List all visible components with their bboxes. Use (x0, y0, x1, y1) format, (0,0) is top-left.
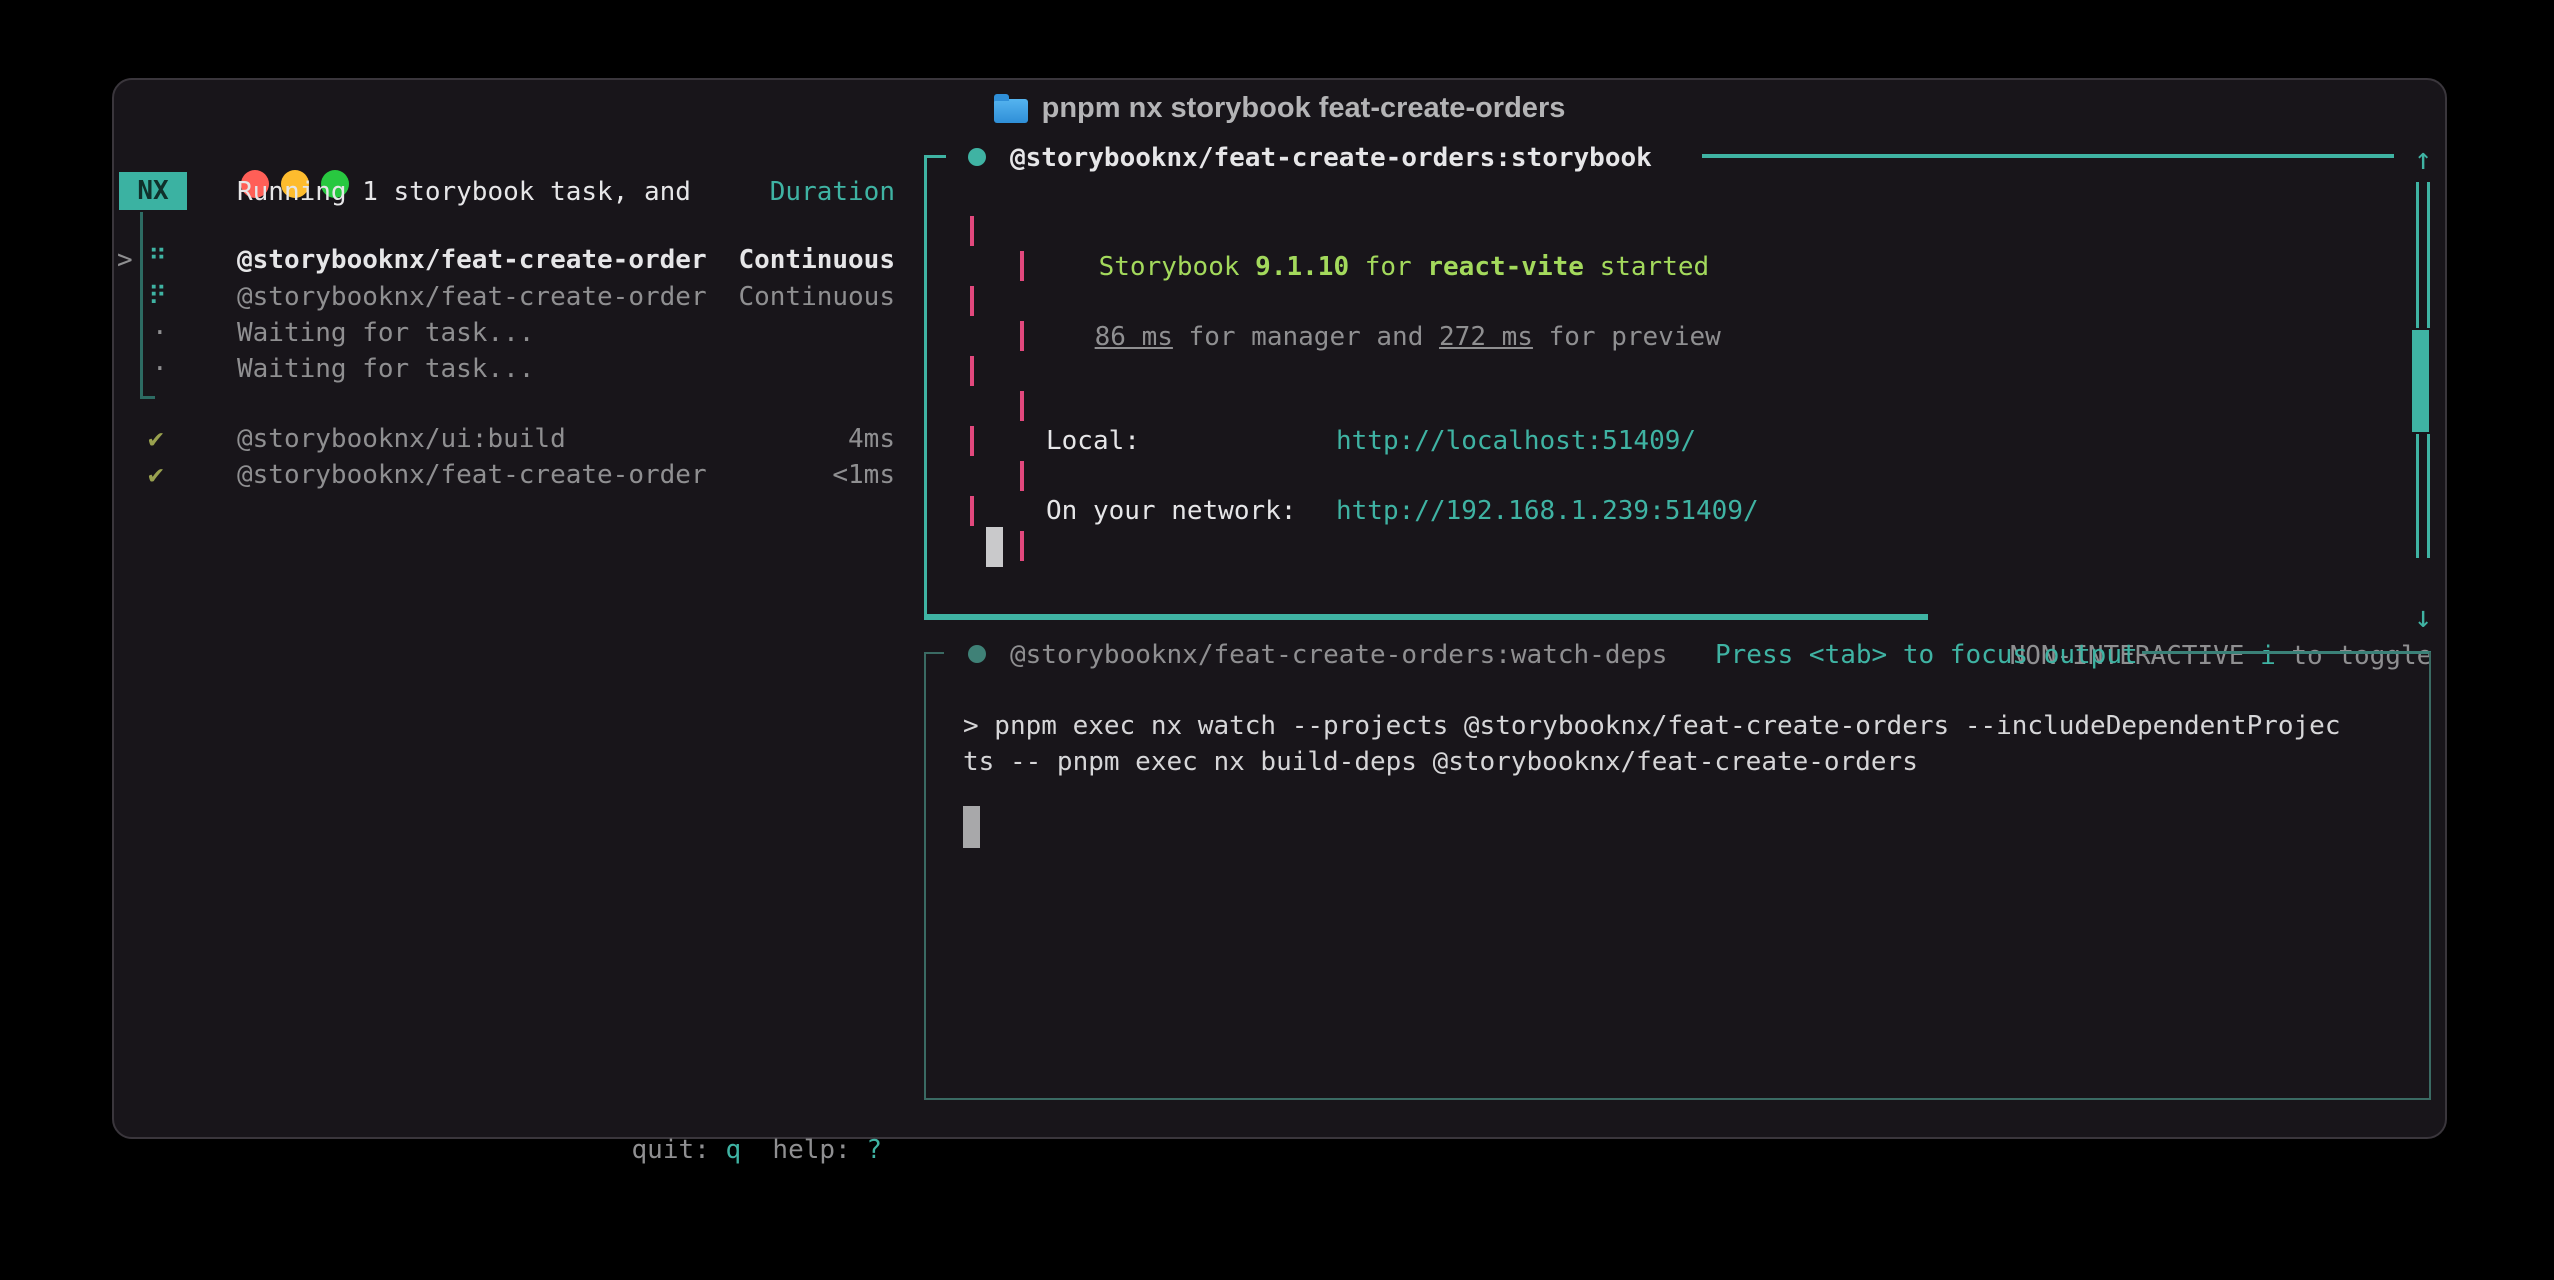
folder-icon (994, 99, 1028, 123)
quit-label: quit: (632, 1135, 726, 1165)
watch-panel-bottom-border (924, 1098, 2431, 1100)
task-tree-line-foot (140, 396, 155, 399)
title-bar: pnpm nx storybook feat-create-orders (114, 80, 2445, 136)
keybinding-footer: quit: q help: ? (237, 1096, 882, 1204)
watch-panel-left-border (924, 652, 926, 1100)
task-summary: Running 1 storybook task, and (237, 174, 691, 210)
storybook-panel-corner (924, 155, 946, 158)
timing-text: for preview (1533, 322, 1721, 352)
storybook-panel-bottom-border (924, 614, 1928, 620)
timing-text: for manager and (1173, 322, 1439, 352)
output-indent-bar (1020, 391, 1024, 421)
storybook-panel-left-border (924, 155, 927, 618)
quit-key[interactable]: q (725, 1135, 741, 1165)
task-name: Waiting for task... (237, 351, 534, 387)
scrollbar-track-top[interactable] (2416, 182, 2430, 328)
started-text: Storybook (1099, 252, 1256, 282)
watch-panel-right-border (2429, 652, 2431, 1100)
task-tree-line (140, 212, 143, 398)
manager-time: 86 ms (1095, 322, 1173, 352)
preview-time: 272 ms (1439, 322, 1533, 352)
output-indent-bar (970, 216, 974, 246)
watch-panel-title: @storybooknx/feat-create-orders:watch-de… (1010, 637, 1667, 673)
footer-separator (741, 1135, 772, 1165)
task-row[interactable]: @storybooknx/feat-create-order Continuou… (237, 279, 895, 315)
nx-logo-badge: NX (119, 172, 187, 210)
task-name: @storybooknx/feat-create-order (237, 457, 707, 493)
local-url-link[interactable]: http://localhost:51409/ (1336, 423, 1696, 459)
window-title: pnpm nx storybook feat-create-orders (1042, 92, 1566, 125)
task-status: Continuous (738, 279, 895, 315)
scrollbar-track-bottom[interactable] (2416, 434, 2430, 558)
watch-panel-corner (924, 652, 944, 654)
local-label: Local: (1046, 423, 1140, 459)
task-row[interactable]: @storybooknx/feat-create-order Continuou… (237, 242, 895, 278)
task-duration: <1ms (832, 457, 895, 493)
started-text: started (1584, 252, 1709, 282)
help-key[interactable]: ? (866, 1135, 882, 1165)
output-indent-bar (1020, 321, 1024, 351)
scrollbar-thumb[interactable] (2412, 330, 2429, 432)
running-status-dot (968, 148, 986, 166)
output-indent-bar (1020, 531, 1024, 561)
help-label: help: (772, 1135, 866, 1165)
output-indent-bar (970, 426, 974, 456)
toggle-key[interactable]: i (2260, 641, 2276, 671)
task-status: Continuous (738, 242, 895, 278)
focus-hint: Press <tab> to focus output (1715, 637, 2138, 673)
task-name: @storybooknx/feat-create-order (237, 279, 707, 315)
task-name: @storybooknx/ui:build (237, 421, 566, 457)
task-row[interactable]: Waiting for task... (237, 315, 895, 351)
check-icon: ✔ (148, 421, 164, 457)
task-name: @storybooknx/feat-create-order (237, 242, 707, 278)
storybook-panel-title: @storybooknx/feat-create-orders:storyboo… (1010, 140, 1652, 176)
task-row[interactable]: @storybooknx/ui:build 4ms (237, 421, 895, 457)
output-indent-bar (970, 286, 974, 316)
started-text: for (1349, 252, 1427, 282)
output-indent-bar (1020, 461, 1024, 491)
pending-bullet-icon: · (152, 351, 168, 387)
network-url-link[interactable]: http://192.168.1.239:51409/ (1336, 493, 1759, 529)
output-indent-bar (1020, 251, 1024, 281)
network-label: On your network: (1046, 493, 1296, 529)
selected-task-arrow: > (117, 242, 133, 278)
task-row[interactable]: @storybooknx/feat-create-order <1ms (237, 457, 895, 493)
watch-command-line: ts -- pnpm exec nx build-deps @storybook… (963, 744, 1918, 780)
watch-command-line: > pnpm exec nx watch --projects @storybo… (963, 708, 2341, 744)
builder-name: react-vite (1427, 252, 1584, 282)
output-indent-bar (970, 356, 974, 386)
terminal-window: pnpm nx storybook feat-create-orders NX … (112, 78, 2447, 1139)
task-row[interactable]: Waiting for task... (237, 351, 895, 387)
task-name: Waiting for task... (237, 315, 534, 351)
duration-column-header: Duration (770, 174, 895, 210)
spinner-icon: ⠟ (148, 279, 167, 315)
output-indent-bar (970, 496, 974, 526)
task-duration: 4ms (848, 421, 895, 457)
toggle-suffix: to toggle (2276, 641, 2433, 671)
spinner-icon: ⠛ (148, 242, 167, 278)
build-timing-line: 86 ms for manager and 272 ms for preview (1032, 283, 1721, 391)
storybook-version: 9.1.10 (1255, 252, 1349, 282)
watch-panel-top-border (2142, 651, 2431, 654)
storybook-panel-top-border (1702, 154, 2394, 158)
scroll-up-icon[interactable]: ↑ (2414, 142, 2432, 178)
terminal-cursor (963, 806, 980, 848)
check-icon: ✔ (148, 457, 164, 493)
idle-status-dot (968, 645, 986, 663)
pending-bullet-icon: · (152, 315, 168, 351)
terminal-cursor (986, 527, 1003, 567)
task-list-header: Running 1 storybook task, and Duration (237, 174, 895, 210)
